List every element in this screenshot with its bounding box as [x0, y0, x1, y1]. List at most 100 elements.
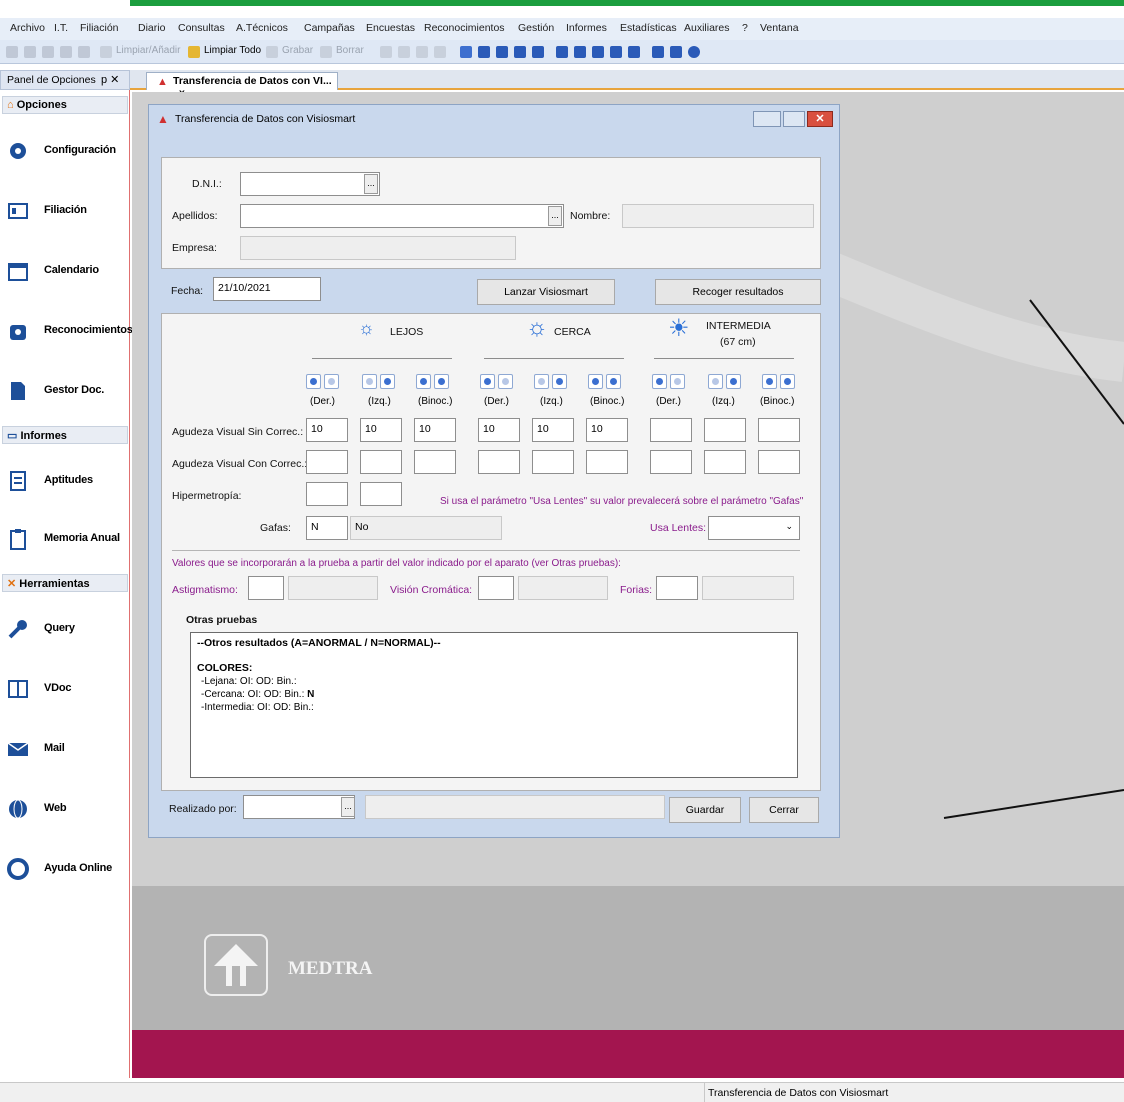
empresa-field[interactable] [240, 236, 516, 260]
nav-reconocimientos[interactable]: Reconocimientos [4, 314, 133, 348]
av-sin-lejos-binoc[interactable]: 10 [414, 418, 456, 442]
next-record-icon[interactable] [42, 46, 54, 58]
user-icon[interactable] [478, 46, 490, 58]
close-window-button[interactable]: ✕ [807, 111, 833, 127]
dni-field[interactable] [240, 172, 380, 196]
gafas-code-field[interactable]: N [306, 516, 348, 540]
calendar-icon[interactable] [496, 46, 508, 58]
nombre-field[interactable] [622, 204, 814, 228]
usa-lentes-select[interactable]: ⌄ [708, 516, 800, 540]
av-con-lejos-binoc[interactable] [414, 450, 456, 474]
clear-all-button[interactable]: Limpiar Todo [204, 45, 261, 56]
realizado-lookup-button[interactable]: ... [341, 797, 355, 817]
maximize-button[interactable] [783, 111, 805, 127]
av-con-intermedia-binoc[interactable] [758, 450, 800, 474]
otras-pruebas-textarea[interactable]: --Otros resultados (A=ANORMAL / N=NORMAL… [190, 632, 798, 778]
menu-reconocimientos[interactable]: Reconocimientos [424, 22, 505, 34]
av-sin-lejos-der[interactable]: 10 [306, 418, 348, 442]
panel-pin-close[interactable]: p ✕ [101, 73, 119, 86]
first-record-icon[interactable] [6, 46, 18, 58]
av-sin-cerca-binoc[interactable]: 10 [586, 418, 628, 442]
hipermetropia-izq[interactable] [360, 482, 402, 506]
menu-it[interactable]: I.T. [54, 22, 68, 34]
av-con-cerca-izq[interactable] [532, 450, 574, 474]
av-con-intermedia-izq[interactable] [704, 450, 746, 474]
globe-icon[interactable] [652, 46, 664, 58]
cerrar-button[interactable]: Cerrar [749, 797, 819, 823]
warning-icon[interactable] [532, 46, 544, 58]
gafas-desc-field[interactable]: No [350, 516, 502, 540]
nav-mail[interactable]: Mail [4, 732, 128, 766]
lanzar-visiosmart-button[interactable]: Lanzar Visiosmart [477, 279, 615, 305]
menu-diario[interactable]: Diario [138, 22, 165, 34]
menu-gestion[interactable]: Gestión [518, 22, 554, 34]
section-informes[interactable]: ▭ Informes [2, 426, 128, 444]
heart-icon[interactable] [610, 46, 622, 58]
clock-icon[interactable] [592, 46, 604, 58]
tool-icon[interactable] [628, 46, 640, 58]
nav-configuracion[interactable]: Configuración [4, 134, 128, 168]
av-con-lejos-der[interactable] [306, 450, 348, 474]
delete-button[interactable]: Borrar [336, 45, 364, 56]
menu-informes[interactable]: Informes [566, 22, 607, 34]
av-sin-cerca-der[interactable]: 10 [478, 418, 520, 442]
clear-add-icon[interactable] [100, 46, 112, 58]
guardar-button[interactable]: Guardar [669, 797, 741, 823]
astigmatismo-field[interactable] [248, 576, 284, 600]
nav-vdoc[interactable]: VDoc [4, 672, 128, 706]
av-sin-cerca-izq[interactable]: 10 [532, 418, 574, 442]
support-icon[interactable] [670, 46, 682, 58]
menu-help[interactable]: ? [742, 22, 748, 34]
menu-campanas[interactable]: Campañas [304, 22, 355, 34]
realizado-field[interactable] [243, 795, 355, 819]
nav-filiacion[interactable]: Filiación [4, 194, 128, 228]
av-con-cerca-der[interactable] [478, 450, 520, 474]
delete-icon[interactable] [320, 46, 332, 58]
nav-aptitudes[interactable]: Aptitudes [4, 464, 128, 498]
menu-encuestas[interactable]: Encuestas [366, 22, 415, 34]
clear-add-button[interactable]: Limpiar/Añadir [116, 45, 180, 56]
record-button[interactable]: Grabar [282, 45, 313, 56]
menu-auxiliares[interactable]: Auxiliares [684, 22, 730, 34]
av-sin-lejos-izq[interactable]: 10 [360, 418, 402, 442]
hipermetropia-der[interactable] [306, 482, 348, 506]
nav-memoria-anual[interactable]: Memoria Anual [4, 522, 128, 556]
apellidos-field[interactable] [240, 204, 564, 228]
apellidos-lookup-button[interactable]: ... [548, 206, 562, 226]
realizado-desc-field[interactable] [365, 795, 665, 819]
fecha-field[interactable]: 21/10/2021 [213, 277, 321, 301]
forias-field[interactable] [656, 576, 698, 600]
nav-query[interactable]: Query [4, 612, 128, 646]
nav-gestor-doc[interactable]: Gestor Doc. [4, 374, 128, 408]
nav-web[interactable]: Web [4, 792, 128, 826]
search-icon[interactable] [78, 46, 90, 58]
copy-icon[interactable] [398, 46, 410, 58]
av-con-cerca-binoc[interactable] [586, 450, 628, 474]
dni-lookup-button[interactable]: ... [364, 174, 378, 194]
vision-cromatica-desc[interactable] [518, 576, 608, 600]
section-opciones[interactable]: ⌂ Opciones [2, 96, 128, 114]
av-sin-intermedia-izq[interactable] [704, 418, 746, 442]
info-icon[interactable] [688, 46, 700, 58]
cut-icon[interactable] [380, 46, 392, 58]
list-icon[interactable] [514, 46, 526, 58]
menu-ventana[interactable]: Ventana [760, 22, 799, 34]
last-record-icon[interactable] [60, 46, 72, 58]
help-icon[interactable] [460, 46, 472, 58]
section-herramientas[interactable]: ✕ Herramientas [2, 574, 128, 592]
save-icon[interactable] [266, 46, 278, 58]
minimize-button[interactable] [753, 111, 781, 127]
send-icon[interactable] [574, 46, 586, 58]
av-sin-intermedia-binoc[interactable] [758, 418, 800, 442]
forias-desc[interactable] [702, 576, 794, 600]
nav-calendario[interactable]: Calendario [4, 254, 128, 288]
tab-transferencia[interactable]: ▲ Transferencia de Datos con VI... x [146, 72, 338, 99]
menu-atecnicos[interactable]: A.Técnicos [236, 22, 288, 34]
cancel-icon[interactable] [434, 46, 446, 58]
clear-all-icon[interactable] [188, 46, 200, 58]
nav-ayuda-online[interactable]: Ayuda Online [4, 852, 128, 886]
vision-cromatica-field[interactable] [478, 576, 514, 600]
settings-icon[interactable] [556, 46, 568, 58]
prev-record-icon[interactable] [24, 46, 36, 58]
menu-archivo[interactable]: Archivo [10, 22, 45, 34]
